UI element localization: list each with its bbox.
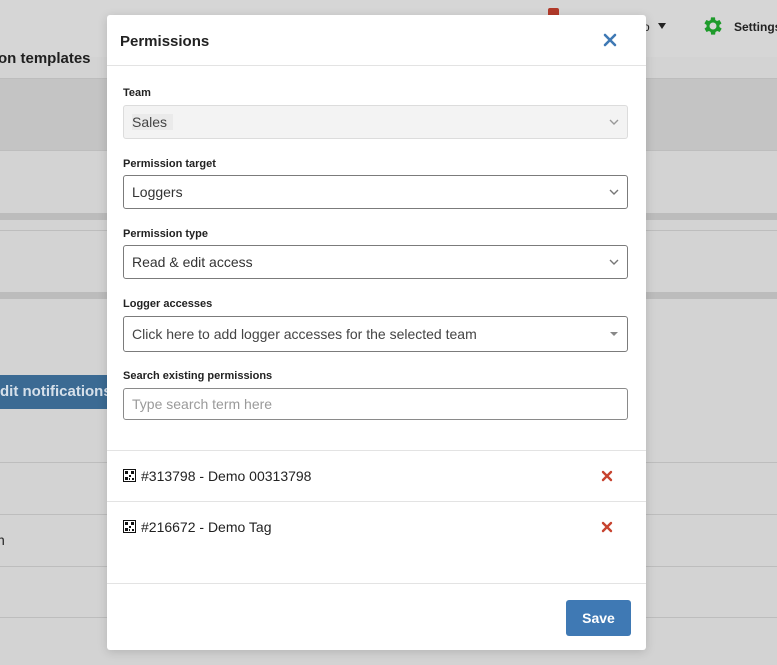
permissions-modal: Permissions Team Sales Permission target…	[107, 15, 646, 650]
team-label: Team	[123, 87, 151, 99]
permission-type-select[interactable]: Read & edit access	[123, 245, 628, 279]
permission-target-label: Permission target	[123, 158, 216, 170]
settings-link[interactable]: Settings	[734, 20, 777, 34]
remove-x-icon[interactable]	[601, 470, 613, 482]
permission-row: #216672 - Demo Tag	[107, 502, 646, 553]
logger-accesses-multiselect[interactable]: Click here to add logger accesses for th…	[123, 316, 628, 352]
search-permissions-label: Search existing permissions	[123, 370, 273, 382]
row-text: n	[0, 532, 5, 548]
chevron-down-icon	[609, 259, 619, 265]
permission-target-select[interactable]: Loggers	[123, 175, 628, 209]
team-select-value: Sales	[132, 114, 174, 130]
logger-accesses-label: Logger accesses	[123, 298, 213, 310]
permission-row: #313798 - Demo 00313798	[107, 451, 646, 502]
permission-text: #313798 - Demo 00313798	[141, 468, 312, 484]
qr-code-icon	[123, 469, 136, 482]
permission-type-label: Permission type	[123, 228, 208, 240]
modal-header: Permissions	[107, 15, 646, 66]
search-permissions-input[interactable]	[123, 388, 628, 420]
team-select: Sales	[123, 105, 628, 139]
remove-x-icon[interactable]	[601, 521, 613, 533]
user-menu-caret-icon[interactable]	[658, 23, 666, 29]
save-button[interactable]: Save	[566, 600, 631, 636]
close-x-icon[interactable]	[601, 31, 619, 49]
logger-accesses-placeholder: Click here to add logger accesses for th…	[132, 326, 477, 342]
page-heading: on templates	[0, 50, 91, 67]
edit-notifications-button[interactable]: dit notifications	[0, 375, 112, 409]
chevron-down-icon	[609, 119, 619, 125]
qr-code-icon	[123, 520, 136, 533]
permission-type-value: Read & edit access	[132, 254, 253, 270]
modal-footer-divider	[107, 583, 646, 584]
gear-icon[interactable]	[701, 14, 725, 38]
chevron-down-icon	[609, 189, 619, 195]
modal-title: Permissions	[120, 33, 210, 50]
caret-down-icon	[610, 332, 618, 336]
permission-target-value: Loggers	[132, 184, 183, 200]
permission-text: #216672 - Demo Tag	[141, 519, 272, 535]
